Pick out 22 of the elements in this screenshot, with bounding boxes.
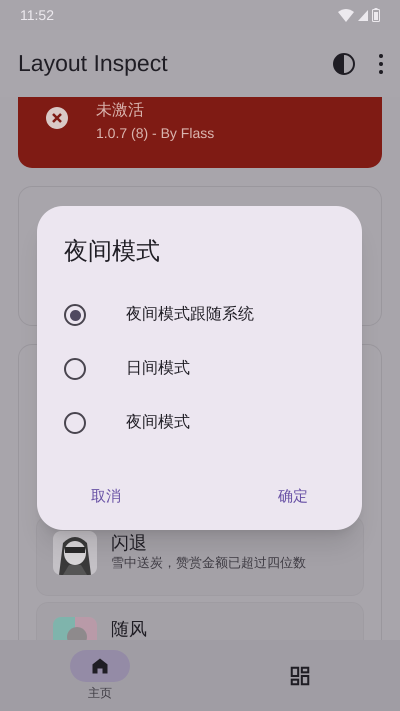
- donor-name: 随风: [111, 619, 147, 639]
- radio-option[interactable]: 日间模式: [37, 342, 362, 396]
- app-title: Layout Inspect: [18, 49, 169, 78]
- home-icon: [90, 656, 110, 676]
- theme-toggle-icon[interactable]: [332, 52, 356, 76]
- dialog-button[interactable]: 确定: [264, 478, 322, 516]
- dialog-title: 夜间模式: [64, 237, 161, 267]
- status-time: 11:52: [20, 6, 54, 24]
- wifi-icon: [338, 8, 354, 22]
- radio-option[interactable]: 夜间模式跟随系统: [37, 288, 362, 342]
- version-text: 1.0.7 (8) - By Flass: [96, 124, 214, 143]
- dashboard-icon: [289, 664, 311, 686]
- signal-icon: [358, 10, 368, 20]
- dialog-button[interactable]: 取消: [77, 478, 135, 516]
- donor-item[interactable]: 随风: [36, 602, 364, 640]
- more-options-icon[interactable]: [378, 54, 384, 74]
- status-title: 未激活: [96, 101, 145, 121]
- radio-option[interactable]: 夜间模式: [37, 396, 362, 450]
- error-icon: [46, 107, 68, 129]
- donor-name: 闪退: [111, 533, 148, 553]
- donor-note: 雪中送炭，赞赏金额已超过四位数: [111, 554, 306, 572]
- battery-icon: [372, 8, 380, 22]
